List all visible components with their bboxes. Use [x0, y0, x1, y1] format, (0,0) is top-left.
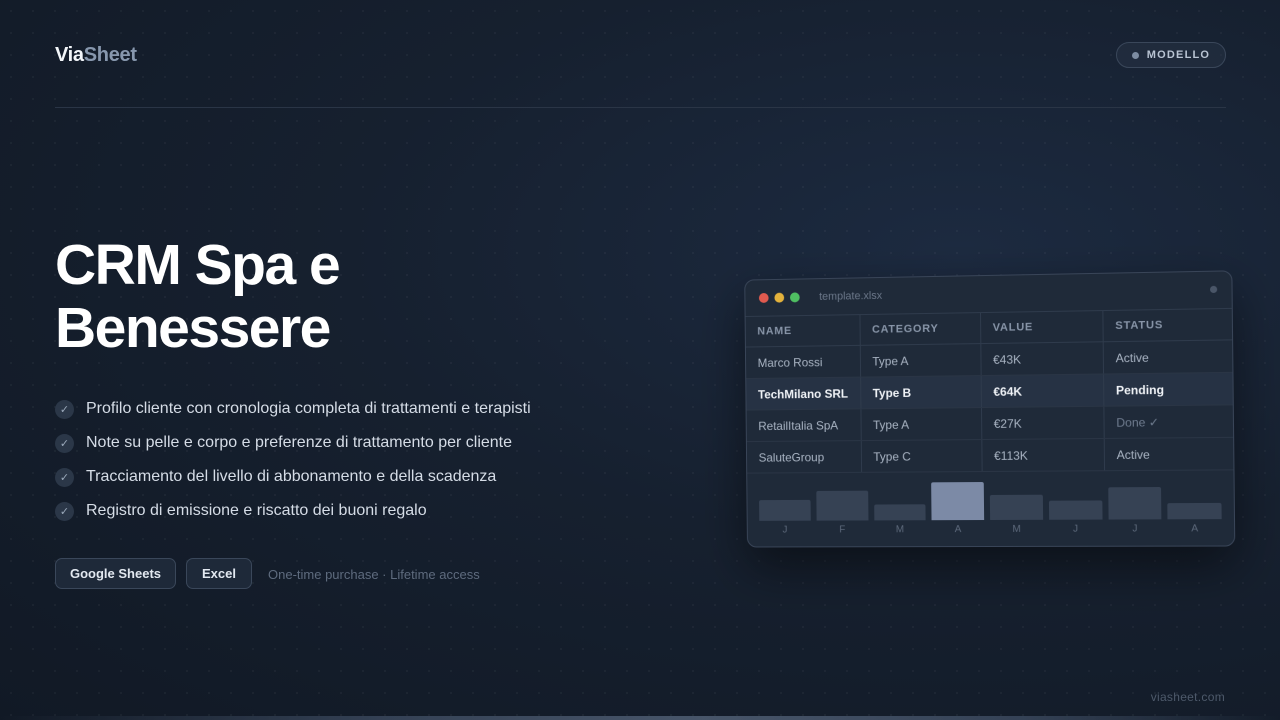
column-header-value: VALUE [980, 311, 1103, 344]
minimize-light-icon [774, 293, 784, 303]
chart-bar [990, 495, 1043, 520]
table-row: RetailItalia SpA Type A €27K Done ✓ [747, 405, 1234, 442]
chart-month-label: M [874, 524, 926, 535]
column-header-status: STATUS [1102, 308, 1232, 341]
feature-text: Profilo cliente con cronologia completa … [86, 400, 531, 418]
chart-bar [1049, 500, 1102, 519]
badge-label: MODELLO [1147, 49, 1210, 61]
table-row: SaluteGroup Type C €113K Active [747, 437, 1234, 473]
feature-item: ✓ Tracciamento del livello di abbonamento… [55, 460, 531, 494]
chart-bar [816, 491, 868, 521]
chart-bar [1108, 487, 1162, 520]
close-light-icon [759, 293, 769, 303]
logo-text-sheet: Sheet [84, 44, 137, 66]
footer-domain: viasheet.com [1151, 690, 1225, 704]
window-filename: template.xlsx [819, 290, 882, 303]
mini-bar-chart: JFMAMJJA [747, 470, 1234, 547]
cell-category: Type A [860, 344, 981, 378]
cell-status: Pending [1103, 372, 1233, 406]
chart-bar [874, 504, 926, 520]
cell-name: TechMilano SRL [746, 377, 860, 410]
cell-name: Marco Rossi [746, 345, 860, 378]
check-icon: ✓ [55, 434, 74, 453]
feature-text: Tracciamento del livello di abbonamento … [86, 468, 496, 486]
google-sheets-button[interactable]: Google Sheets [55, 558, 176, 589]
chart-month-label: J [1049, 524, 1102, 535]
cell-value: €64K [981, 374, 1104, 408]
cell-value: €27K [981, 406, 1104, 439]
chart-month-label: F [816, 524, 868, 535]
chart-bar [931, 482, 984, 520]
cell-status: Done ✓ [1103, 405, 1233, 439]
cell-status: Active [1103, 340, 1233, 374]
cell-status: Active [1104, 437, 1234, 470]
feature-list: ✓ Profilo cliente con cronologia completa… [55, 392, 531, 528]
chart-bar [759, 500, 810, 521]
column-header-name: NAME [746, 315, 860, 347]
preview-table: NAME CATEGORY VALUE STATUS Marco Rossi T… [746, 308, 1234, 474]
cell-category: Type C [861, 440, 982, 473]
column-header-category: CATEGORY [860, 313, 981, 346]
header-divider [55, 107, 1226, 108]
cell-value: €43K [980, 342, 1103, 376]
cell-name: SaluteGroup [747, 441, 861, 474]
page-title: CRM Spa e Benessere [55, 234, 475, 360]
cell-category: Type B [860, 376, 981, 409]
feature-item: ✓ Note su pelle e corpo e preferenze di t… [55, 426, 531, 460]
badge-dot-icon [1132, 52, 1139, 59]
maximize-light-icon [790, 292, 800, 302]
check-icon: ✓ [55, 468, 74, 487]
table-row-highlighted: TechMilano SRL Type B €64K Pending [746, 372, 1233, 410]
spreadsheet-preview-window: template.xlsx NAME CATEGORY VALUE STATUS… [744, 270, 1235, 547]
chart-month-label: A [932, 524, 984, 535]
feature-item: ✓ Profilo cliente con cronologia completa… [55, 392, 531, 426]
feature-text: Note su pelle e corpo e preferenze di tr… [86, 434, 512, 452]
chart-month-label: J [1108, 523, 1162, 534]
purchase-note: One-time purchase · Lifetime access [268, 567, 480, 582]
excel-button[interactable]: Excel [186, 558, 252, 589]
logo-text-via: Via [55, 44, 84, 66]
bottom-glow-line [0, 716, 1280, 720]
check-icon: ✓ [55, 400, 74, 419]
check-icon: ✓ [55, 502, 74, 521]
cell-category: Type A [861, 408, 982, 441]
chart-bar [1168, 503, 1222, 519]
chart-month-label: J [759, 525, 810, 536]
cell-value: €113K [981, 438, 1104, 471]
template-badge: MODELLO [1116, 42, 1226, 68]
window-menu-icon [1210, 286, 1217, 293]
cell-name: RetailItalia SpA [747, 409, 861, 442]
chart-month-label: A [1168, 523, 1222, 534]
chart-month-label: M [990, 524, 1043, 535]
brand-logo[interactable]: ViaSheet [55, 44, 137, 67]
feature-text: Registro di emissione e riscatto dei buo… [86, 502, 427, 520]
feature-item: ✓ Registro di emissione e riscatto dei bu… [55, 494, 531, 528]
